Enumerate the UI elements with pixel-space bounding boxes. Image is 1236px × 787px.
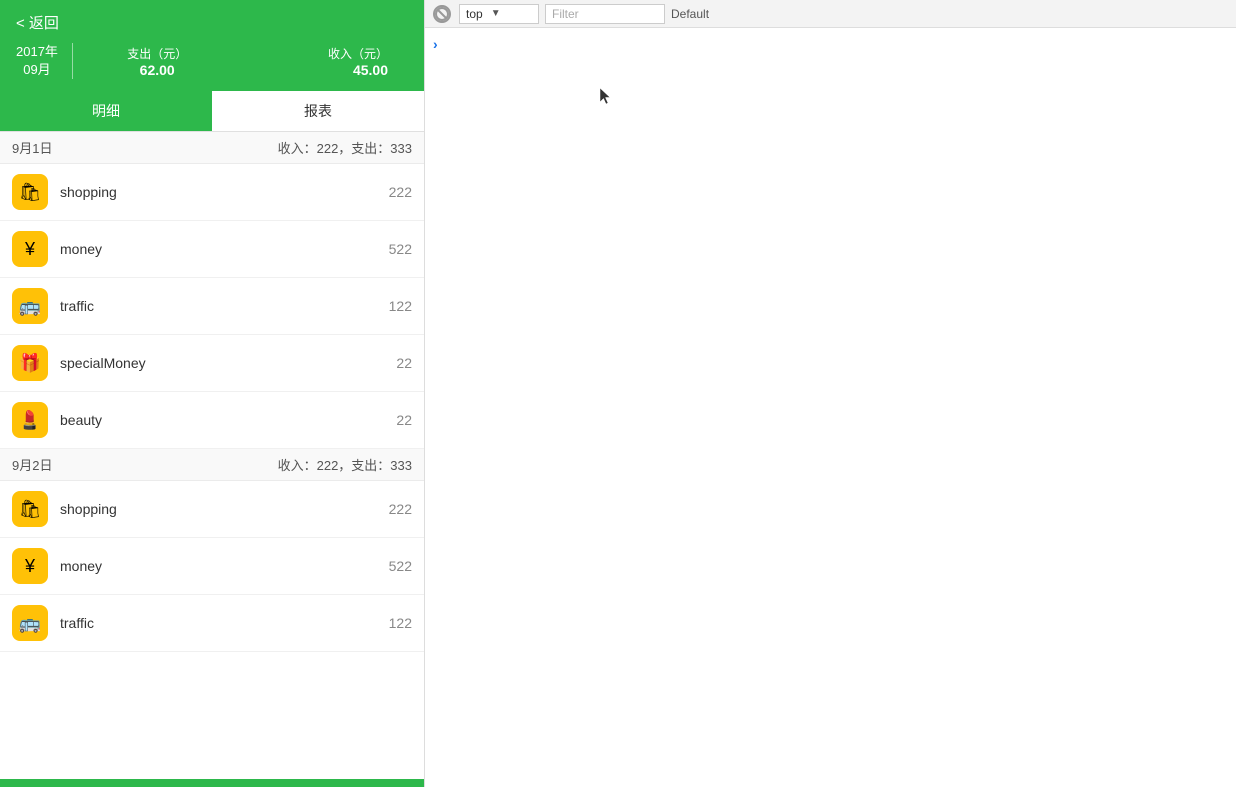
list-item[interactable]: 🛍 shopping 222 <box>0 481 424 538</box>
year-month: 2017年 09月 <box>16 43 73 79</box>
expand-arrow[interactable]: › <box>433 36 438 52</box>
expense-label: 支出（元） <box>127 45 187 62</box>
default-label: Default <box>671 7 709 21</box>
bottom-bar <box>0 779 424 787</box>
date-group-header-2: 9月2日 收入：222，支出：333 <box>0 449 424 481</box>
expense-value: 62.00 <box>140 62 175 78</box>
list-item[interactable]: ¥ money 522 <box>0 538 424 595</box>
transaction-amount: 22 <box>396 355 412 371</box>
traffic-icon-1: 🚌 <box>12 288 48 324</box>
date-label-2: 9月2日 <box>12 455 52 474</box>
tab-report[interactable]: 报表 <box>212 91 424 131</box>
date-label-1: 9月1日 <box>12 138 52 157</box>
transaction-amount: 122 <box>389 615 412 631</box>
date-summary-1: 收入：222，支出：333 <box>278 138 412 157</box>
income-value: 45.00 <box>353 62 388 78</box>
tab-detail[interactable]: 明细 <box>0 91 212 131</box>
income-stat: 收入（元） 45.00 <box>247 45 388 78</box>
tab-bar: 明细 报表 <box>0 91 424 132</box>
beauty-icon-1: 💄 <box>12 402 48 438</box>
block-icon[interactable] <box>433 5 451 23</box>
shopping-icon-2: 🛍 <box>12 491 48 527</box>
transaction-amount: 522 <box>389 558 412 574</box>
transaction-label: shopping <box>60 184 389 200</box>
transaction-amount: 122 <box>389 298 412 314</box>
chevron-down-icon: ▼ <box>491 8 501 19</box>
transaction-amount: 222 <box>389 184 412 200</box>
expense-stat: 支出（元） 62.00 <box>87 45 228 78</box>
transaction-label: traffic <box>60 615 389 631</box>
year-label: 2017年 <box>16 43 58 61</box>
devtools-content: › <box>425 28 1236 787</box>
transaction-label: specialMoney <box>60 355 396 371</box>
list-item[interactable]: 💄 beauty 22 <box>0 392 424 449</box>
transaction-amount: 222 <box>389 501 412 517</box>
transaction-label: shopping <box>60 501 389 517</box>
app-header: < 返回 2017年 09月 支出（元） 62.00 收入（元） 45.00 <box>0 0 424 91</box>
filter-input[interactable]: Filter <box>545 4 665 24</box>
cursor-indicator <box>600 88 612 106</box>
list-item[interactable]: ¥ money 522 <box>0 221 424 278</box>
money-icon-2: ¥ <box>12 548 48 584</box>
transaction-label: beauty <box>60 412 396 428</box>
income-label: 收入（元） <box>328 45 388 62</box>
list-item[interactable]: 🛍 shopping 222 <box>0 164 424 221</box>
money-icon-1: ¥ <box>12 231 48 267</box>
list-item[interactable]: 🚌 traffic 122 <box>0 595 424 652</box>
frame-selector[interactable]: top ▼ <box>459 4 539 24</box>
transaction-label: traffic <box>60 298 389 314</box>
devtools-panel: top ▼ Filter Default › <box>425 0 1236 787</box>
transaction-label: money <box>60 241 389 257</box>
traffic-icon-2: 🚌 <box>12 605 48 641</box>
transaction-amount: 22 <box>396 412 412 428</box>
shopping-icon-1: 🛍 <box>12 174 48 210</box>
month-label: 09月 <box>23 61 50 79</box>
transaction-amount: 522 <box>389 241 412 257</box>
back-button[interactable]: < 返回 <box>16 12 59 33</box>
date-summary-2: 收入：222，支出：333 <box>278 455 412 474</box>
specialmoney-icon-1: 🎁 <box>12 345 48 381</box>
transaction-label: money <box>60 558 389 574</box>
devtools-toolbar: top ▼ Filter Default <box>425 0 1236 28</box>
list-item[interactable]: 🎁 specialMoney 22 <box>0 335 424 392</box>
left-panel: < 返回 2017年 09月 支出（元） 62.00 收入（元） 45.00 明… <box>0 0 425 787</box>
date-group-header-1: 9月1日 收入：222，支出：333 <box>0 132 424 164</box>
transaction-list: 9月1日 收入：222，支出：333 🛍 shopping 222 ¥ mone… <box>0 132 424 779</box>
list-item[interactable]: 🚌 traffic 122 <box>0 278 424 335</box>
frame-selector-label: top <box>466 7 483 21</box>
header-stats: 2017年 09月 支出（元） 62.00 收入（元） 45.00 <box>16 43 408 79</box>
